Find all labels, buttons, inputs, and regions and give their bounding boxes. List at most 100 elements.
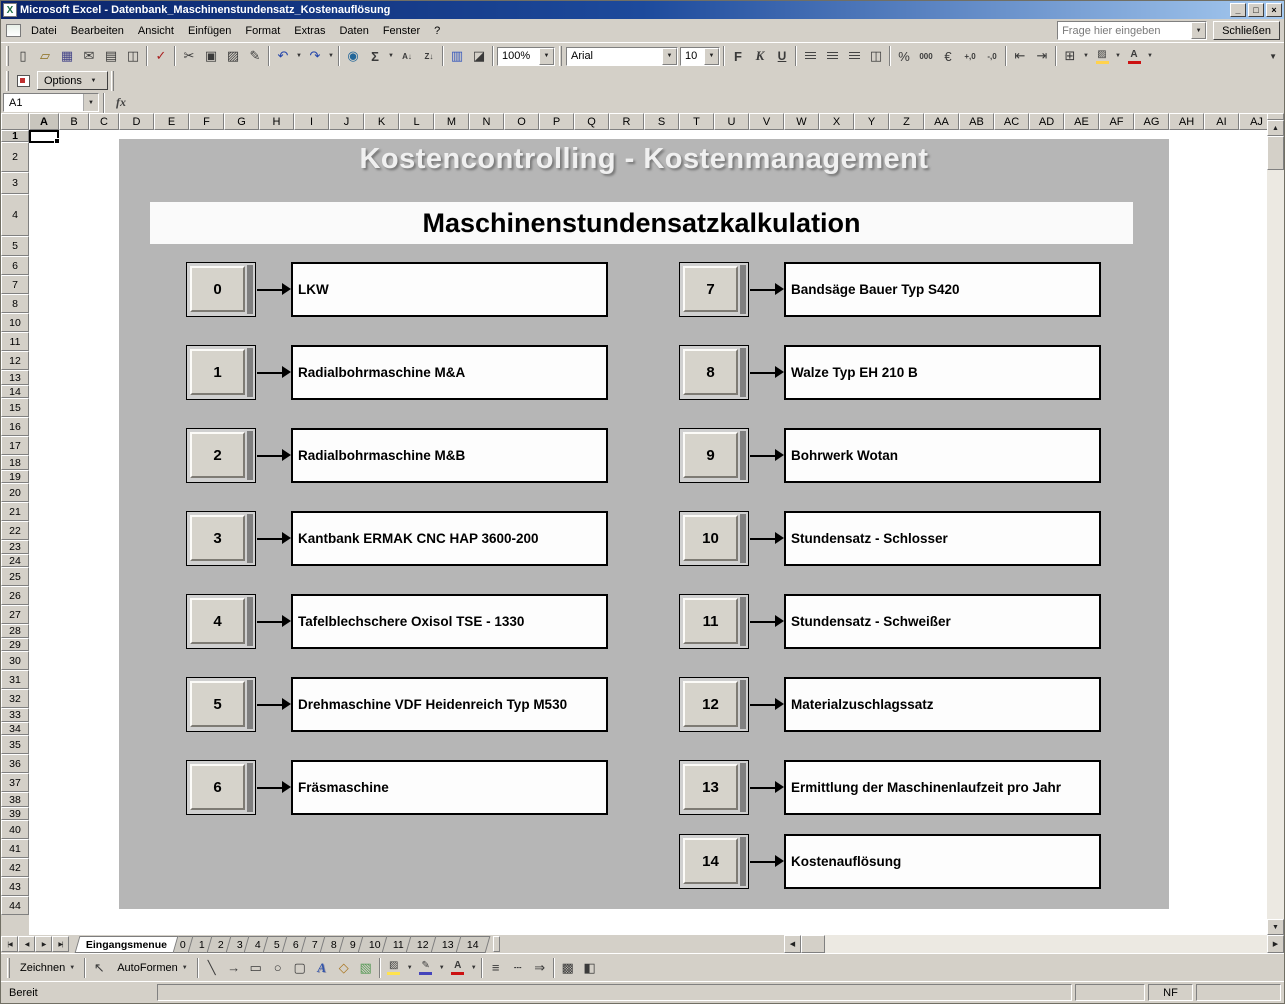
font-name-combo[interactable]: Arial ▼	[566, 47, 678, 66]
row-header-16[interactable]: 16	[1, 417, 29, 436]
autoformen-menu-button[interactable]: AutoFormen ▼	[110, 959, 194, 977]
column-header-aa[interactable]: AA	[924, 113, 959, 130]
prev-sheet-icon[interactable]: ◀	[18, 936, 35, 952]
print-preview-icon[interactable]: ◫	[122, 46, 144, 67]
panel-button-11[interactable]: 11	[679, 594, 749, 649]
increase-decimal-icon[interactable]: +,0	[959, 46, 981, 67]
panel-button-10[interactable]: 10	[679, 511, 749, 566]
draw-fill-color-dropdown-icon[interactable]: ▼	[405, 957, 415, 978]
column-header-o[interactable]: O	[504, 113, 539, 130]
autosum-dropdown-icon[interactable]: ▼	[386, 46, 396, 67]
row-header-39[interactable]: 39	[1, 807, 29, 820]
borders-icon[interactable]: ⊞	[1059, 46, 1081, 67]
column-header-h[interactable]: H	[259, 113, 294, 130]
chevron-down-icon[interactable]: ▼	[83, 94, 98, 111]
column-header-aj[interactable]: AJ	[1239, 113, 1267, 130]
arrow-style-icon[interactable]: ⇒	[529, 957, 551, 978]
column-header-q[interactable]: Q	[574, 113, 609, 130]
menu-extras[interactable]: Extras	[287, 21, 332, 41]
undo-dropdown-icon[interactable]: ▼	[294, 46, 304, 67]
row-header-19[interactable]: 19	[1, 470, 29, 483]
column-header-ag[interactable]: AG	[1134, 113, 1169, 130]
save-icon[interactable]: ▦	[56, 46, 78, 67]
font-size-combo[interactable]: 10 ▼	[680, 47, 720, 66]
percent-style-icon[interactable]: %	[893, 46, 915, 67]
zoom-combo[interactable]: 100% ▼	[497, 47, 555, 66]
panel-button-0[interactable]: 0	[186, 262, 256, 317]
horizontal-scroll-thumb[interactable]	[801, 935, 825, 953]
options-dropdown-button[interactable]: Options ▼	[37, 71, 108, 90]
redo-icon[interactable]: ↷	[304, 46, 326, 67]
chevron-down-icon[interactable]: ▼	[539, 48, 554, 65]
first-sheet-icon[interactable]: |◀	[1, 936, 18, 952]
minimize-button[interactable]: _	[1230, 3, 1246, 17]
merge-center-icon[interactable]: ◫	[865, 46, 887, 67]
euro-icon[interactable]: €	[937, 46, 959, 67]
row-header-34[interactable]: 34	[1, 722, 29, 735]
thousands-separator-icon[interactable]: 000	[915, 46, 937, 67]
drawing-icon[interactable]: ◪	[468, 46, 490, 67]
align-right-icon[interactable]	[843, 46, 865, 67]
restore-button[interactable]: □	[1248, 3, 1264, 17]
vertical-scroll-track[interactable]	[1267, 170, 1284, 919]
fill-color-dropdown-icon[interactable]: ▼	[1113, 46, 1123, 67]
row-header-20[interactable]: 20	[1, 483, 29, 502]
formula-input[interactable]	[135, 93, 1282, 112]
column-header-m[interactable]: M	[434, 113, 469, 130]
undo-icon[interactable]: ↶	[272, 46, 294, 67]
row-header-11[interactable]: 11	[1, 332, 29, 351]
column-header-e[interactable]: E	[154, 113, 189, 130]
column-header-ab[interactable]: AB	[959, 113, 994, 130]
font-color-dropdown-icon[interactable]: ▼	[1145, 46, 1155, 67]
row-header-38[interactable]: 38	[1, 792, 29, 807]
menu-help[interactable]: ?	[427, 21, 447, 41]
clipart-icon[interactable]: ▧	[355, 957, 377, 978]
workbook-icon[interactable]	[6, 24, 21, 37]
column-header-j[interactable]: J	[329, 113, 364, 130]
vertical-scrollbar[interactable]: ▲ ▼	[1267, 113, 1284, 935]
copy-icon[interactable]: ▣	[200, 46, 222, 67]
autosum-icon[interactable]: Σ	[364, 46, 386, 67]
panel-button-7[interactable]: 7	[679, 262, 749, 317]
toolbar-handle[interactable]	[6, 71, 9, 91]
horizontal-scroll-track[interactable]	[825, 935, 1267, 953]
bold-button[interactable]: F	[727, 46, 749, 67]
column-header-ae[interactable]: AE	[1064, 113, 1099, 130]
sheet-tab-eingangsmenue[interactable]: Eingangsmenue	[75, 936, 179, 953]
scroll-right-icon[interactable]: ▶	[1267, 935, 1284, 953]
row-header-18[interactable]: 18	[1, 455, 29, 470]
scroll-left-icon[interactable]: ◀	[784, 935, 801, 953]
toolbar-handle[interactable]	[111, 71, 114, 91]
insert-function-icon[interactable]: fx	[109, 95, 133, 110]
row-header-35[interactable]: 35	[1, 735, 29, 754]
menu-ansicht[interactable]: Ansicht	[131, 21, 181, 41]
row-header-44[interactable]: 44	[1, 896, 29, 915]
align-left-icon[interactable]	[799, 46, 821, 67]
column-header-b[interactable]: B	[59, 113, 89, 130]
addin-button[interactable]	[12, 71, 34, 91]
row-header-28[interactable]: 28	[1, 624, 29, 638]
next-sheet-icon[interactable]: ▶	[35, 936, 52, 952]
toolbar-handle[interactable]	[559, 46, 562, 66]
panel-button-3[interactable]: 3	[186, 511, 256, 566]
column-header-a[interactable]: A	[29, 113, 59, 130]
menu-format[interactable]: Format	[238, 21, 287, 41]
oval-icon[interactable]: ○	[267, 957, 289, 978]
draw-arrow-icon[interactable]: →	[223, 957, 245, 978]
row-header-4[interactable]: 4	[1, 194, 29, 236]
name-box[interactable]: A1 ▼	[3, 93, 99, 112]
draw-font-color-dropdown-icon[interactable]: ▼	[469, 957, 479, 978]
draw-line-color-icon[interactable]: ✎	[415, 957, 437, 978]
row-header-23[interactable]: 23	[1, 540, 29, 554]
column-header-v[interactable]: V	[749, 113, 784, 130]
column-header-ah[interactable]: AH	[1169, 113, 1204, 130]
panel-button-5[interactable]: 5	[186, 677, 256, 732]
panel-button-8[interactable]: 8	[679, 345, 749, 400]
row-header-10[interactable]: 10	[1, 313, 29, 332]
last-sheet-icon[interactable]: ▶|	[52, 936, 69, 952]
row-header-12[interactable]: 12	[1, 351, 29, 370]
spelling-icon[interactable]: ✓	[150, 46, 172, 67]
row-header-32[interactable]: 32	[1, 689, 29, 708]
column-header-f[interactable]: F	[189, 113, 224, 130]
row-header-21[interactable]: 21	[1, 502, 29, 521]
